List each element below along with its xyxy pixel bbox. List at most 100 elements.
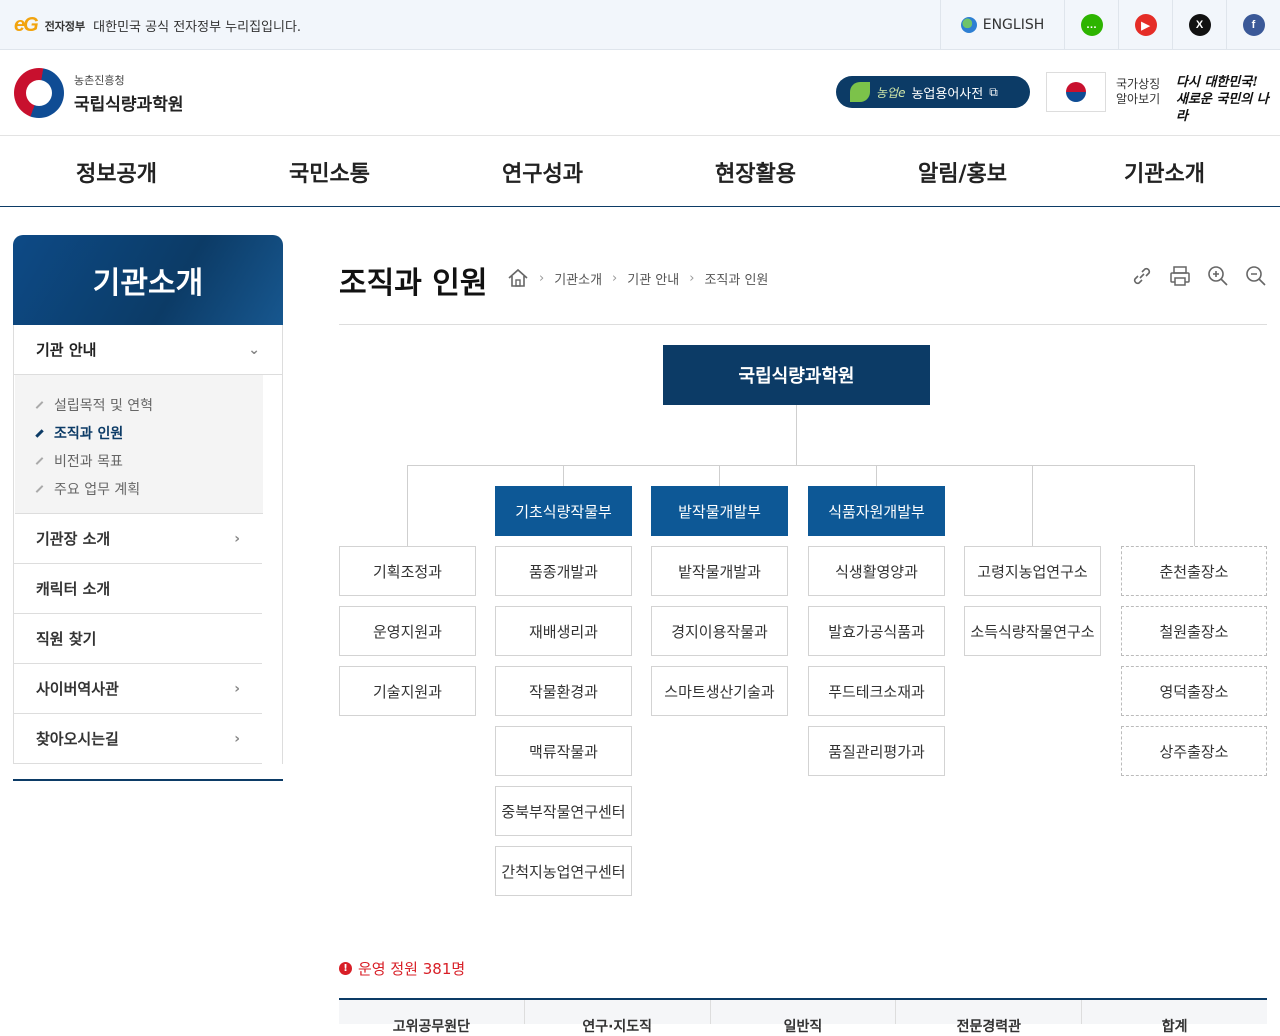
egov-tag: 전자정부 bbox=[44, 19, 86, 33]
side-item-character[interactable]: 캐릭터 소개 bbox=[14, 564, 262, 614]
submenu-organization[interactable]: 조직과 인원 bbox=[35, 419, 263, 447]
gov-banner: eG 전자정부 대한민국 공식 전자정부 누리집입니다. ENGLISH … ▶… bbox=[0, 0, 1280, 50]
staff-table-header: 고위공무원단 연구·지도직 일반직 전문경력관 합계 bbox=[339, 998, 1267, 1035]
print-icon[interactable] bbox=[1168, 264, 1192, 288]
gov-notice-text: 대한민국 공식 전자정부 누리집입니다. bbox=[93, 20, 302, 35]
org-unit: 품종개발과 bbox=[495, 546, 632, 596]
org-connector bbox=[1032, 465, 1033, 546]
external-link-icon: ⧉ bbox=[989, 84, 998, 99]
chevron-down-icon: ⌄ bbox=[248, 341, 260, 358]
side-item-director[interactable]: 기관장 소개 › bbox=[14, 514, 262, 564]
table-header-cell: 전문경력관 bbox=[896, 1000, 1083, 1035]
nav-field-use[interactable]: 현장활용 bbox=[715, 156, 796, 188]
government-emblem-icon bbox=[14, 68, 64, 118]
org-connector bbox=[1194, 465, 1195, 546]
org-connector bbox=[876, 465, 877, 486]
nav-about[interactable]: 기관소개 bbox=[1124, 156, 1205, 188]
nav-info-disclosure[interactable]: 정보공개 bbox=[76, 156, 157, 188]
org-unit: 운영지원과 bbox=[339, 606, 476, 656]
side-item-cyber-history[interactable]: 사이버역사관 › bbox=[14, 664, 262, 714]
staff-quota-text: 운영 정원 381명 bbox=[358, 960, 466, 978]
org-connector bbox=[563, 465, 564, 486]
side-group-title[interactable]: 기관 안내 ⌄ bbox=[14, 325, 282, 375]
egov-logo: eG bbox=[14, 14, 39, 36]
org-unit: 식생활영양과 bbox=[808, 546, 945, 596]
dept-basic-crops: 기초식량작물부 bbox=[495, 486, 632, 536]
pencil-icon bbox=[35, 485, 44, 493]
link-icon[interactable] bbox=[1130, 264, 1154, 288]
slogan: 다시 대한민국! 새로운 국민의 나라 bbox=[1176, 74, 1280, 125]
side-menu: 기관소개 기관 안내 ⌄ 설립목적 및 연혁 조직과 인원 비전과 목표 주요 … bbox=[13, 235, 283, 781]
agri-dictionary-button[interactable]: 농업e 농업용어사전 ⧉ bbox=[836, 76, 1030, 108]
submenu-history[interactable]: 설립목적 및 연혁 bbox=[35, 391, 263, 419]
main-navigation: 정보공개 국민소통 연구성과 현장활용 알림/홍보 기관소개 bbox=[0, 136, 1280, 207]
taegukgi-icon bbox=[1066, 82, 1086, 102]
dictionary-label: 농업용어사전 bbox=[911, 86, 984, 102]
side-group-label: 기관 안내 bbox=[36, 341, 97, 359]
title-divider bbox=[339, 324, 1267, 325]
national-symbol-text[interactable]: 국가상징 알아보기 bbox=[1116, 77, 1160, 107]
side-item-directions[interactable]: 찾아오시는길 › bbox=[14, 714, 262, 764]
blog-icon[interactable]: … bbox=[1080, 14, 1103, 36]
org-unit: 춘천출장소 bbox=[1121, 546, 1267, 596]
dept-food-resources: 식품자원개발부 bbox=[808, 486, 945, 536]
breadcrumb-item[interactable]: 기관소개 bbox=[554, 269, 602, 288]
org-unit: 기술지원과 bbox=[339, 666, 476, 716]
org-unit: 스마트생산기술과 bbox=[651, 666, 788, 716]
flag-text-line1: 국가상징 bbox=[1116, 77, 1161, 91]
org-unit: 재배생리과 bbox=[495, 606, 632, 656]
dictionary-brand: 농업e bbox=[876, 85, 906, 100]
nav-research-results[interactable]: 연구성과 bbox=[502, 156, 583, 188]
zoom-in-icon[interactable] bbox=[1206, 264, 1230, 288]
site-logo[interactable]: 농촌진흥청 국립식량과학원 bbox=[14, 68, 183, 118]
side-submenu: 설립목적 및 연혁 조직과 인원 비전과 목표 주요 업무 계획 bbox=[15, 375, 263, 514]
slogan-line1: 다시 대한민국! bbox=[1176, 75, 1258, 90]
org-unit: 발효가공식품과 bbox=[808, 606, 945, 656]
breadcrumb-item: 조직과 인원 bbox=[704, 272, 769, 288]
org-unit: 영덕출장소 bbox=[1121, 666, 1267, 716]
youtube-icon[interactable]: ▶ bbox=[1134, 14, 1157, 36]
org-unit: 품질관리평가과 bbox=[808, 726, 945, 776]
side-item-staff-search[interactable]: 직원 찾기 bbox=[14, 614, 262, 664]
page-title: 조직과 인원 bbox=[339, 266, 488, 301]
org-unit: 간척지농업연구센터 bbox=[495, 846, 632, 896]
nav-news[interactable]: 알림/홍보 bbox=[918, 156, 1007, 188]
org-unit: 중북부작물연구센터 bbox=[495, 786, 632, 836]
org-unit: 맥류작물과 bbox=[495, 726, 632, 776]
org-unit: 상주출장소 bbox=[1121, 726, 1267, 776]
flag-text-line2: 알아보기 bbox=[1116, 92, 1161, 106]
breadcrumb-item[interactable]: 기관 안내 bbox=[627, 269, 679, 288]
x-icon[interactable]: X bbox=[1188, 14, 1211, 36]
national-flag-link[interactable] bbox=[1046, 72, 1106, 112]
org-connector bbox=[407, 465, 408, 546]
org-unit: 기획조정과 bbox=[339, 546, 476, 596]
org-connector bbox=[719, 465, 720, 486]
leaf-icon bbox=[850, 82, 870, 102]
nav-communication[interactable]: 국민소통 bbox=[289, 156, 370, 188]
table-header-cell: 연구·지도직 bbox=[525, 1000, 711, 1035]
pencil-icon bbox=[35, 428, 44, 438]
table-header-cell: 고위공무원단 bbox=[339, 1000, 525, 1035]
globe-icon bbox=[960, 17, 977, 33]
alert-icon: ! bbox=[339, 962, 352, 975]
english-label: ENGLISH bbox=[982, 17, 1045, 33]
org-connector bbox=[796, 405, 797, 465]
facebook-icon[interactable]: f bbox=[1242, 14, 1265, 36]
submenu-work-plan[interactable]: 주요 업무 계획 bbox=[35, 475, 263, 503]
home-icon[interactable] bbox=[507, 268, 529, 288]
site-header: 농촌진흥청 국립식량과학원 농업e 농업용어사전 ⧉ 국가상징 알아보기 다시 … bbox=[0, 50, 1280, 136]
slogan-line2: 새로운 국민의 나라 bbox=[1176, 92, 1269, 124]
zoom-out-icon[interactable] bbox=[1244, 264, 1268, 288]
submenu-vision[interactable]: 비전과 목표 bbox=[35, 447, 263, 475]
page-tools bbox=[1130, 264, 1268, 288]
staff-quota-notice: ! 운영 정원 381명 bbox=[339, 958, 465, 979]
org-unit: 경지이용작물과 bbox=[651, 606, 788, 656]
logo-subtitle: 농촌진흥청 bbox=[74, 73, 125, 87]
side-menu-title: 기관소개 bbox=[13, 235, 283, 325]
org-unit: 철원출장소 bbox=[1121, 606, 1267, 656]
english-link[interactable]: ENGLISH bbox=[940, 0, 1064, 50]
table-header-cell: 합계 bbox=[1161, 1019, 1188, 1035]
org-unit: 밭작물개발과 bbox=[651, 546, 788, 596]
org-root: 국립식량과학원 bbox=[663, 345, 930, 405]
org-unit: 작물환경과 bbox=[495, 666, 632, 716]
